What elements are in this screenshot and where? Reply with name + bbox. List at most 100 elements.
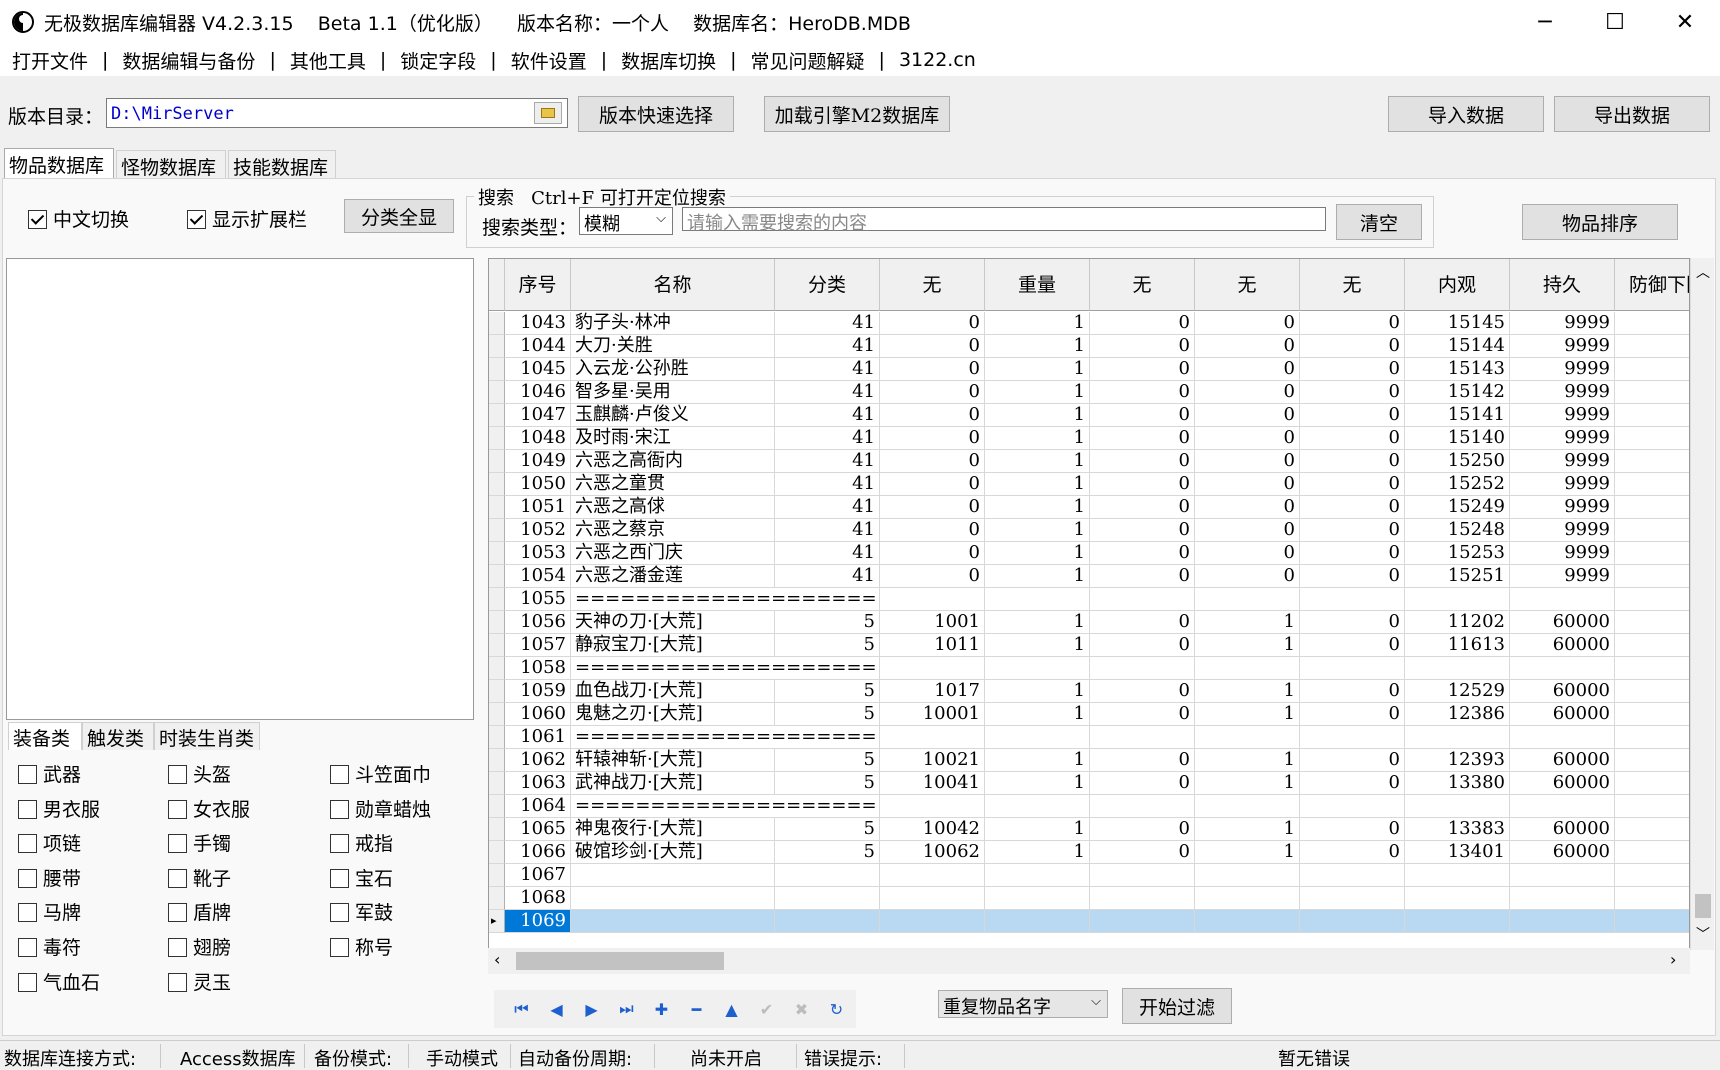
cell-none[interactable]: 0 (880, 565, 985, 588)
sort-items-button[interactable]: 物品排序 (1522, 204, 1678, 240)
table-row[interactable]: 1054六恶之潘金莲41010001525199990 (489, 565, 1689, 588)
cell-name[interactable]: ==================== (571, 795, 877, 818)
cell-none[interactable] (1090, 795, 1195, 818)
cell-name[interactable]: 血色战刀·[大荒] (571, 680, 775, 703)
table-row[interactable]: 1064 ==================== (489, 795, 1689, 818)
cell-none[interactable] (1300, 795, 1405, 818)
cell-none[interactable]: 0 (1090, 841, 1195, 864)
row-indicator[interactable] (489, 749, 505, 772)
row-indicator[interactable] (489, 542, 505, 565)
cell-none[interactable]: 0 (1300, 404, 1405, 427)
cell-def-min[interactable]: 0 (1615, 818, 1689, 841)
cell-look[interactable]: 11202 (1405, 611, 1510, 634)
cell-category[interactable] (775, 864, 880, 887)
cell-seq[interactable]: 1068 (505, 887, 571, 910)
cell-look[interactable] (1405, 657, 1510, 680)
cell-none[interactable]: 0 (880, 404, 985, 427)
cell-def-min[interactable]: 0 (1615, 358, 1689, 381)
category-checkbox[interactable]: 称号 (330, 933, 393, 960)
cell-weight[interactable] (985, 726, 1090, 749)
category-checkbox[interactable]: 项链 (18, 829, 81, 856)
row-indicator[interactable] (489, 657, 505, 680)
cell-none[interactable]: 0 (1090, 611, 1195, 634)
cell-def-min[interactable] (1615, 795, 1689, 818)
first-button[interactable]: ⏮ (504, 994, 539, 1024)
menu-item[interactable]: 数据编辑与备份 (118, 47, 259, 74)
cell-weight[interactable]: 1 (985, 841, 1090, 864)
menu-item[interactable]: 锁定字段 (396, 47, 480, 74)
cell-durability[interactable]: 60000 (1510, 749, 1615, 772)
cell-none[interactable]: 0 (1090, 312, 1195, 335)
category-checkbox[interactable]: 男衣服 (18, 795, 100, 822)
cell-seq[interactable]: 1058 (505, 657, 571, 680)
cell-look[interactable]: 15140 (1405, 427, 1510, 450)
cell-def-min[interactable]: 0 (1615, 473, 1689, 496)
cell-none[interactable]: 0 (1300, 496, 1405, 519)
cell-durability[interactable]: 9999 (1510, 312, 1615, 335)
table-row[interactable]: 1062轩辕神斩·[大荒]510021101012393600000 (489, 749, 1689, 772)
row-indicator[interactable] (489, 887, 505, 910)
cell-def-min[interactable]: 0 (1615, 634, 1689, 657)
cell-weight[interactable]: 1 (985, 381, 1090, 404)
cell-none[interactable]: 0 (1090, 772, 1195, 795)
cell-seq[interactable]: 1062 (505, 749, 571, 772)
cell-none[interactable]: 0 (1195, 496, 1300, 519)
cell-seq[interactable]: 1061 (505, 726, 571, 749)
scroll-right-icon[interactable]: › (1670, 950, 1676, 969)
cell-name[interactable]: 豹子头·林冲 (571, 312, 775, 335)
cell-category[interactable]: 41 (775, 519, 880, 542)
table-row[interactable]: 1050六恶之童贯41010001525299990 (489, 473, 1689, 496)
cell-none[interactable] (880, 657, 985, 680)
cell-durability[interactable]: 60000 (1510, 841, 1615, 864)
cell-look[interactable] (1405, 910, 1510, 933)
cell-seq[interactable]: 1057 (505, 634, 571, 657)
cell-def-min[interactable]: 0 (1615, 841, 1689, 864)
cell-seq[interactable]: 1047 (505, 404, 571, 427)
row-indicator[interactable] (489, 358, 505, 381)
cell-none[interactable] (880, 588, 985, 611)
cell-none[interactable]: 1 (1195, 841, 1300, 864)
row-indicator[interactable] (489, 588, 505, 611)
cell-durability[interactable]: 60000 (1510, 818, 1615, 841)
cell-def-min[interactable] (1615, 887, 1689, 910)
cell-seq[interactable]: 1043 (505, 312, 571, 335)
cell-durability[interactable]: 9999 (1510, 565, 1615, 588)
scroll-left-icon[interactable]: ‹ (494, 950, 500, 969)
cell-none[interactable]: 0 (1090, 565, 1195, 588)
cell-def-min[interactable]: 0 (1615, 312, 1689, 335)
row-indicator[interactable] (489, 795, 505, 818)
table-row[interactable]: 1058 ==================== (489, 657, 1689, 680)
row-indicator[interactable] (489, 680, 505, 703)
cell-none[interactable]: 0 (1300, 680, 1405, 703)
search-input[interactable]: 请输入需要搜索的内容 (682, 207, 1326, 234)
category-checkbox[interactable]: 气血石 (18, 968, 100, 995)
table-row[interactable]: 1051六恶之高俅41010001524999990 (489, 496, 1689, 519)
table-row[interactable]: 1055 ==================== (489, 588, 1689, 611)
scroll-down-icon[interactable]: ﹀ (1696, 924, 1710, 944)
cell-none[interactable]: 0 (880, 335, 985, 358)
cell-none[interactable]: 0 (1300, 841, 1405, 864)
cell-none[interactable]: 0 (1195, 542, 1300, 565)
menu-item[interactable]: 数据库切换 (617, 47, 720, 74)
cell-weight[interactable]: 1 (985, 749, 1090, 772)
load-m2-button[interactable]: 加载引擎M2数据库 (764, 96, 950, 132)
column-header-def-min[interactable]: 防御下限 (1615, 259, 1689, 311)
table-row[interactable]: 1068 (489, 887, 1689, 910)
cell-durability[interactable]: 9999 (1510, 427, 1615, 450)
table-row[interactable]: 1059血色战刀·[大荒]51017101012529600000 (489, 680, 1689, 703)
tab-skills-db[interactable]: 技能数据库 (228, 150, 336, 179)
row-indicator[interactable] (489, 519, 505, 542)
cell-none[interactable] (1090, 588, 1195, 611)
table-row[interactable]: 1063武神战刀·[大荒]510041101013380600000 (489, 772, 1689, 795)
cell-weight[interactable]: 1 (985, 611, 1090, 634)
cell-seq[interactable]: 1055 (505, 588, 571, 611)
cell-category[interactable]: 41 (775, 565, 880, 588)
cell-seq[interactable]: 1054 (505, 565, 571, 588)
cell-none[interactable]: 0 (1300, 473, 1405, 496)
column-header-none[interactable]: 无 (1300, 259, 1405, 311)
cell-none[interactable]: 10062 (880, 841, 985, 864)
cell-seq[interactable]: 1052 (505, 519, 571, 542)
cell-none[interactable]: 0 (880, 381, 985, 404)
row-indicator[interactable] (489, 703, 505, 726)
column-header-none[interactable]: 无 (1090, 259, 1195, 311)
